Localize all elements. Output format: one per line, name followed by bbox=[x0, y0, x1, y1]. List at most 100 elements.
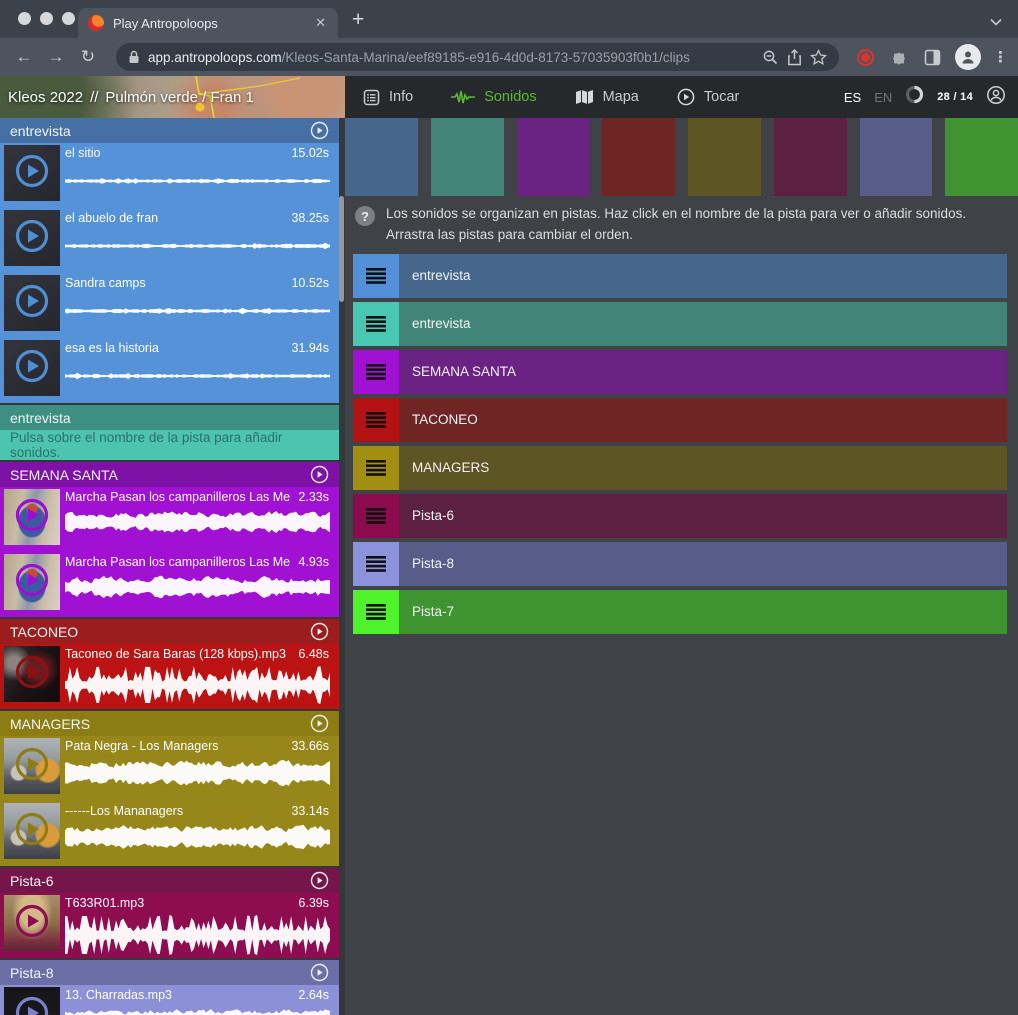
clip-pata-negra[interactable]: Pata Negra - Los Managers33.66s bbox=[0, 736, 339, 801]
track-header[interactable]: MANAGERS bbox=[0, 711, 339, 736]
drag-handle[interactable] bbox=[353, 254, 399, 298]
new-tab-button[interactable]: + bbox=[352, 8, 364, 32]
tab-info[interactable]: Info bbox=[363, 89, 413, 106]
extensions-puzzle-icon[interactable] bbox=[890, 48, 908, 66]
minimize-window-icon[interactable] bbox=[40, 12, 53, 25]
track-row-label[interactable]: SEMANA SANTA bbox=[412, 364, 516, 379]
clip-play-icon[interactable] bbox=[14, 348, 50, 389]
share-icon[interactable] bbox=[787, 49, 802, 66]
track-play-icon[interactable] bbox=[310, 465, 329, 489]
track-row-label[interactable]: entrevista bbox=[412, 316, 471, 331]
clip-play-icon[interactable] bbox=[14, 995, 50, 1015]
track-row-pista-6[interactable]: Pista-6 bbox=[353, 494, 1007, 538]
clip-play-icon[interactable] bbox=[14, 746, 50, 787]
lock-icon bbox=[128, 50, 140, 64]
drag-handle[interactable] bbox=[353, 494, 399, 538]
close-window-icon[interactable] bbox=[18, 12, 31, 25]
track-row-label[interactable]: MANAGERS bbox=[412, 460, 489, 475]
track-play-icon[interactable] bbox=[310, 871, 329, 895]
side-panel-icon[interactable] bbox=[924, 49, 941, 66]
url-bar[interactable]: app.antropoloops.com/Kleos-Santa-Marina/… bbox=[116, 43, 839, 71]
account-icon[interactable] bbox=[986, 85, 1006, 110]
tab-mapa[interactable]: Mapa bbox=[575, 89, 639, 105]
track-row-taconeo[interactable]: TACONEO bbox=[353, 398, 1007, 442]
track-row-semana-santa[interactable]: SEMANA SANTA bbox=[353, 350, 1007, 394]
app-header: Kleos 2022 // Pulmón verde / Fran 1 Info… bbox=[0, 76, 1018, 118]
tab-tocar[interactable]: Tocar bbox=[677, 88, 739, 106]
clip-taconeo-sara-baras[interactable]: Taconeo de Sara Baras (128 kbps).mp36.48… bbox=[0, 644, 339, 709]
clip-esa-es-la-historia[interactable]: esa es la historia31.94s bbox=[0, 338, 339, 403]
track-row-pista-8[interactable]: Pista-8 bbox=[353, 542, 1007, 586]
track-row-entrevista-1[interactable]: entrevista bbox=[353, 254, 1007, 298]
track-row-entrevista-2[interactable]: entrevista bbox=[353, 302, 1007, 346]
track-play-icon[interactable] bbox=[310, 622, 329, 646]
track-name: entrevista bbox=[10, 123, 71, 139]
track-row-label[interactable]: Pista-6 bbox=[412, 508, 454, 523]
track-header[interactable]: entrevista bbox=[0, 405, 339, 430]
clip-marcha-campanilleros-1[interactable]: Marcha Pasan los campanilleros Las Mejor… bbox=[0, 487, 339, 552]
tab-sonidos[interactable]: Sonidos bbox=[451, 89, 536, 105]
drag-handle[interactable] bbox=[353, 542, 399, 586]
drag-handle[interactable] bbox=[353, 350, 399, 394]
track-row-pista-7[interactable]: Pista-7 bbox=[353, 590, 1007, 634]
track-row-managers[interactable]: MANAGERS bbox=[353, 446, 1007, 490]
drag-handle[interactable] bbox=[353, 446, 399, 490]
clip-play-icon[interactable] bbox=[14, 497, 50, 538]
track-row-label[interactable]: Pista-8 bbox=[412, 556, 454, 571]
track-play-icon[interactable] bbox=[310, 121, 329, 145]
lang-en-button[interactable]: EN bbox=[874, 90, 892, 105]
reload-button[interactable]: ↻ bbox=[74, 47, 102, 67]
clip-duration: 6.39s bbox=[298, 896, 329, 910]
zoom-out-page-icon[interactable] bbox=[762, 49, 779, 66]
track-name: MANAGERS bbox=[10, 716, 90, 732]
back-button[interactable]: ← bbox=[10, 47, 38, 67]
browser-tab[interactable]: Play Antropoloops ✕ bbox=[78, 8, 338, 38]
color-swatch bbox=[945, 118, 1018, 196]
clip-play-icon[interactable] bbox=[14, 811, 50, 852]
track-header[interactable]: Pista-6 bbox=[0, 868, 339, 893]
clip-t633r01[interactable]: T633R01.mp36.39s bbox=[0, 893, 339, 958]
help-icon: ? bbox=[355, 206, 375, 226]
clip-el-abuelo-de-fran[interactable]: el abuelo de fran38.25s bbox=[0, 208, 339, 273]
tab-close-icon[interactable]: ✕ bbox=[313, 15, 328, 31]
clip-play-icon[interactable] bbox=[14, 153, 50, 194]
track-row-label[interactable]: entrevista bbox=[412, 268, 471, 283]
clip-play-icon[interactable] bbox=[14, 903, 50, 944]
track-play-icon[interactable] bbox=[310, 714, 329, 738]
breadcrumb-separator: // bbox=[90, 89, 98, 106]
sidebar-scrollbar[interactable] bbox=[339, 196, 344, 302]
sidebar-track-entrevista-2: entrevista Pulsa sobre el nombre de la p… bbox=[0, 405, 339, 460]
clip-thumbnail bbox=[4, 895, 60, 951]
track-play-icon[interactable] bbox=[310, 963, 329, 987]
track-row-label[interactable]: TACONEO bbox=[412, 412, 478, 427]
drag-handle[interactable] bbox=[353, 302, 399, 346]
clip-play-icon[interactable] bbox=[14, 283, 50, 324]
track-header[interactable]: TACONEO bbox=[0, 619, 339, 644]
forward-button[interactable]: → bbox=[42, 47, 70, 67]
tab-search-chevron-icon[interactable] bbox=[990, 13, 1002, 31]
browser-menu-icon[interactable]: ⋮ bbox=[993, 55, 1008, 60]
bookmark-star-icon[interactable] bbox=[810, 49, 827, 66]
drag-handle[interactable] bbox=[353, 398, 399, 442]
browser-profile-avatar[interactable] bbox=[955, 44, 981, 70]
clip-play-icon[interactable] bbox=[14, 218, 50, 259]
clip-play-icon[interactable] bbox=[14, 562, 50, 603]
zoom-window-icon[interactable] bbox=[62, 12, 75, 25]
clip-el-sitio[interactable]: el sitio15.02s bbox=[0, 143, 339, 208]
lang-es-button[interactable]: ES bbox=[844, 90, 861, 105]
recording-indicator-icon[interactable] bbox=[857, 49, 874, 66]
clip-charradas[interactable]: 13. Charradas.mp32.64s bbox=[0, 985, 339, 1015]
drag-handle[interactable] bbox=[353, 590, 399, 634]
track-header[interactable]: SEMANA SANTA bbox=[0, 462, 339, 487]
color-swatch bbox=[517, 118, 590, 196]
track-header[interactable]: Pista-8 bbox=[0, 960, 339, 985]
sidebar-track-taconeo: TACONEO Taconeo de Sara Baras (128 kbps)… bbox=[0, 619, 339, 709]
clip-play-icon[interactable] bbox=[14, 654, 50, 695]
clip-sandra-camps[interactable]: Sandra camps10.52s bbox=[0, 273, 339, 338]
clip-los-mananagers[interactable]: ------Los Mananagers33.14s bbox=[0, 801, 339, 866]
track-row-label[interactable]: Pista-7 bbox=[412, 604, 454, 619]
project-cover-photo[interactable]: Kleos 2022 // Pulmón verde / Fran 1 bbox=[0, 76, 345, 118]
track-header[interactable]: entrevista bbox=[0, 118, 339, 143]
clip-marcha-campanilleros-2[interactable]: Marcha Pasan los campanilleros Las Mejor… bbox=[0, 552, 339, 617]
url-path: /Kleos-Santa-Marina/eef89185-e916-4d0d-8… bbox=[282, 50, 690, 65]
